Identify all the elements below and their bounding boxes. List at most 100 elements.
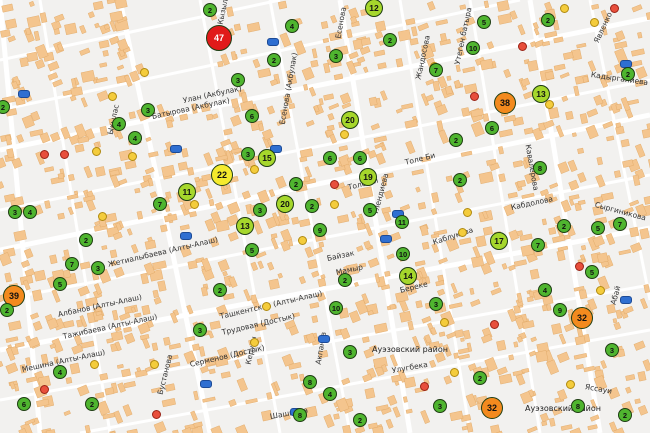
cluster-marker[interactable]: 19 [359,168,377,186]
cluster-marker[interactable]: 7 [613,217,627,231]
cluster-marker[interactable]: 3 [329,49,343,63]
warning-icon[interactable] [330,180,339,189]
cluster-marker[interactable]: 15 [258,149,276,167]
accident-icon[interactable] [458,228,467,237]
cluster-marker[interactable]: 22 [211,164,233,186]
cluster-marker[interactable]: 14 [399,267,417,285]
cluster-marker[interactable]: 2 [353,413,367,427]
traffic-light-icon[interactable] [463,208,472,217]
cluster-marker[interactable]: 5 [53,277,67,291]
cluster-marker[interactable]: 2 [213,283,227,297]
cluster-marker[interactable]: 2 [267,53,281,67]
cluster-marker[interactable]: 47 [206,25,232,51]
cluster-marker[interactable]: 5 [591,221,605,235]
cluster-marker[interactable]: 2 [0,303,14,317]
traffic-light-icon[interactable] [340,130,349,139]
warning-icon[interactable] [420,382,429,391]
car-icon[interactable] [170,145,182,153]
cluster-marker[interactable]: 3 [343,345,357,359]
cluster-marker[interactable]: 7 [65,257,79,271]
cluster-marker[interactable]: 2 [383,33,397,47]
accident-icon[interactable] [262,302,271,311]
cluster-marker[interactable]: 9 [553,303,567,317]
cluster-marker[interactable]: 3 [241,147,255,161]
cluster-marker[interactable]: 2 [449,133,463,147]
traffic-light-icon[interactable] [250,338,259,347]
car-icon[interactable] [267,38,279,46]
accident-icon[interactable] [250,165,259,174]
cluster-marker[interactable]: 38 [494,92,516,114]
warning-icon[interactable] [575,262,584,271]
cluster-marker[interactable]: 6 [17,397,31,411]
map-view[interactable]: Улан (Акбулак) Батырова (Акбулак) Есенов… [0,0,650,433]
cluster-marker[interactable]: 3 [231,73,245,87]
traffic-light-icon[interactable] [298,236,307,245]
accident-icon[interactable] [545,100,554,109]
cluster-marker[interactable]: 3 [433,399,447,413]
cluster-marker[interactable]: 2 [473,371,487,385]
traffic-light-icon[interactable] [128,152,137,161]
warning-icon[interactable] [40,150,49,159]
warning-icon[interactable] [518,42,527,51]
cluster-marker[interactable]: 6 [353,151,367,165]
cluster-marker[interactable]: 2 [541,13,555,27]
traffic-light-icon[interactable] [590,18,599,27]
cluster-marker[interactable]: 20 [276,195,294,213]
cluster-marker[interactable]: 3 [193,323,207,337]
cluster-marker[interactable]: 3 [141,103,155,117]
traffic-light-icon[interactable] [450,368,459,377]
cluster-marker[interactable]: 32 [481,397,503,419]
cluster-marker[interactable]: 2 [79,233,93,247]
cluster-marker[interactable]: 4 [538,283,552,297]
cluster-marker[interactable]: 5 [245,243,259,257]
car-icon[interactable] [180,232,192,240]
cluster-marker[interactable]: 7 [429,63,443,77]
accident-icon[interactable] [440,318,449,327]
warning-icon[interactable] [40,385,49,394]
cluster-marker[interactable]: 8 [533,161,547,175]
cluster-marker[interactable]: 4 [53,365,67,379]
cluster-marker[interactable]: 4 [323,387,337,401]
cluster-marker[interactable]: 20 [341,111,359,129]
cluster-marker[interactable]: 10 [396,247,410,261]
cluster-marker[interactable]: 6 [485,121,499,135]
cluster-marker[interactable]: 11 [178,183,196,201]
cluster-marker[interactable]: 2 [203,3,217,17]
cluster-marker[interactable]: 4 [285,19,299,33]
accident-icon[interactable] [98,212,107,221]
traffic-light-icon[interactable] [560,4,569,13]
accident-icon[interactable] [92,147,101,156]
cluster-marker[interactable]: 2 [453,173,467,187]
cluster-marker[interactable]: 7 [531,238,545,252]
accident-icon[interactable] [566,380,575,389]
car-icon[interactable] [318,335,330,343]
warning-icon[interactable] [470,92,479,101]
cluster-marker[interactable]: 3 [605,343,619,357]
cluster-marker[interactable]: 4 [128,131,142,145]
cluster-marker[interactable]: 13 [236,217,254,235]
traffic-light-icon[interactable] [140,68,149,77]
cluster-marker[interactable]: 11 [395,215,409,229]
accident-icon[interactable] [108,92,117,101]
cluster-marker[interactable]: 2 [338,273,352,287]
cluster-marker[interactable]: 2 [621,67,635,81]
cluster-marker[interactable]: 8 [303,375,317,389]
cluster-marker[interactable]: 2 [618,408,632,422]
car-icon[interactable] [18,90,30,98]
car-icon[interactable] [200,380,212,388]
cluster-marker[interactable]: 3 [91,261,105,275]
traffic-light-icon[interactable] [596,286,605,295]
cluster-marker[interactable]: 4 [23,205,37,219]
accident-icon[interactable] [150,360,159,369]
cluster-marker[interactable]: 17 [490,232,508,250]
cluster-marker[interactable]: 6 [245,109,259,123]
cluster-marker[interactable]: 3 [253,203,267,217]
warning-icon[interactable] [60,150,69,159]
cluster-marker[interactable]: 9 [313,223,327,237]
warning-icon[interactable] [152,410,161,419]
warning-icon[interactable] [490,320,499,329]
traffic-light-icon[interactable] [330,200,339,209]
cluster-marker[interactable]: 2 [305,199,319,213]
cluster-marker[interactable]: 3 [429,297,443,311]
cluster-marker[interactable]: 2 [289,177,303,191]
